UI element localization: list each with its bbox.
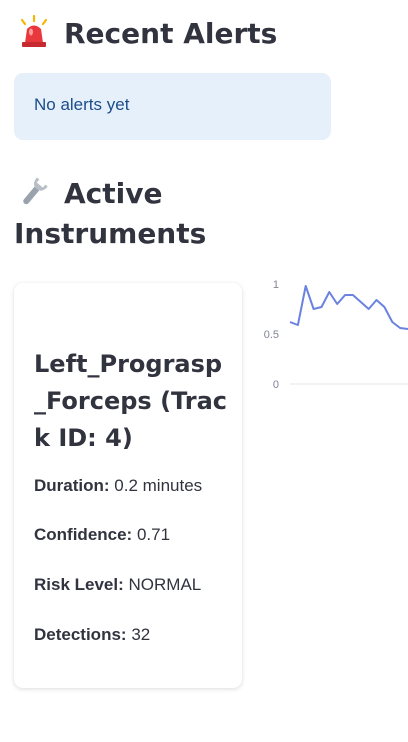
risk-level-stat: Risk Level: NORMAL [34,575,201,595]
duration-label: Duration: [34,476,110,495]
detections-stat: Detections: 32 [34,625,150,645]
y-tick-label: 1 [273,279,279,291]
risk-level-value: NORMAL [128,575,202,594]
detections-value: 32 [131,625,151,644]
y-tick-label: 0.5 [264,329,279,341]
duration-stat: Duration: 0.2 minutes [34,476,202,496]
recent-alerts-title: Recent Alerts [64,17,278,50]
risk-level-label: Risk Level: [34,575,124,594]
instrument-title: Left_Prograsp_Forceps (Track ID: 4) [34,350,228,452]
confidence-label: Confidence: [34,525,133,544]
wrench-icon [23,177,48,205]
duration-value: 0.2 minutes [114,476,203,495]
confidence-value: 0.71 [136,525,171,544]
instrument-card: Left_Prograsp_Forceps (Track ID: 4) Dura… [14,283,242,688]
series-line [289,285,408,330]
no-alerts-info-box: No alerts yet [14,73,331,140]
y-tick-label: 0 [273,379,279,391]
no-alerts-message: No alerts yet [34,95,130,114]
recent-alerts-heading: Recent Alerts [14,14,277,54]
confidence-line-chart: 10.50 [264,279,408,391]
siren-icon [20,15,48,47]
detections-label: Detections: [34,625,127,644]
confidence-stat: Confidence: 0.71 [34,525,170,545]
active-instruments-heading: Active Instruments [14,174,254,254]
